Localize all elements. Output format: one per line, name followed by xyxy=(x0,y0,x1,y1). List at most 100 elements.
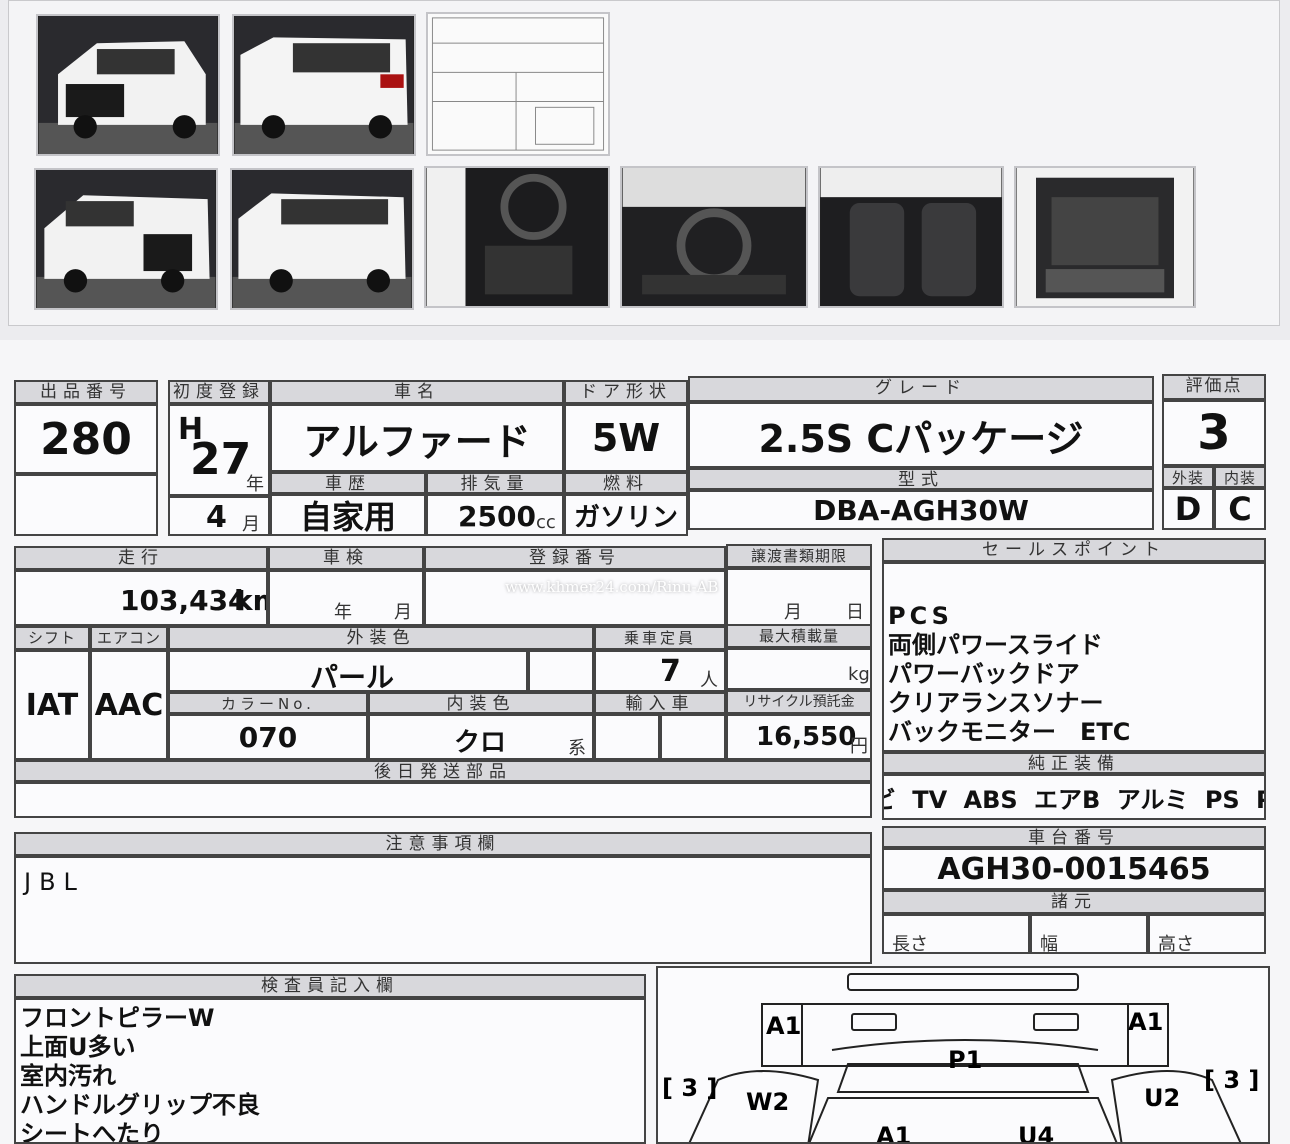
inspector-note: シートへたり xyxy=(20,1120,164,1144)
photo-front-exterior[interactable] xyxy=(36,14,220,156)
spec-height-label: 高さ xyxy=(1158,934,1194,954)
photo-driver-interior[interactable] xyxy=(424,166,610,308)
score-label: 評価点 xyxy=(1162,374,1266,400)
notes-label: 注意事項欄 xyxy=(14,832,872,856)
displacement-unit: cc xyxy=(536,512,556,533)
mileage-label: 走行 xyxy=(14,546,268,570)
notes-value: JBL xyxy=(24,868,85,896)
equipment-label: 純正装備 xyxy=(882,752,1266,774)
inspection-cell: 年 月 xyxy=(268,570,424,626)
capacity-cell: 7 人 xyxy=(594,650,726,692)
photo-rear-side-exterior[interactable] xyxy=(230,168,414,310)
exterior-score-value: D xyxy=(1162,488,1214,530)
transfer-deadline-label: 譲渡書類期限 xyxy=(726,544,872,568)
grade-label: グレード xyxy=(688,376,1154,402)
interior-score-value: C xyxy=(1214,488,1266,530)
max-load-cell: kg xyxy=(726,648,872,690)
interior-color-value: クロ xyxy=(454,728,507,758)
history-label: 車歴 xyxy=(270,472,426,494)
mileage-value: 103,434 xyxy=(120,584,248,617)
inspector-note: ハンドルグリップ不良 xyxy=(20,1091,260,1119)
transfer-deadline-cell: 月 日 xyxy=(726,568,872,626)
lot-number-value: 280 xyxy=(14,404,158,474)
diagram-mark: A1 xyxy=(1128,1008,1163,1036)
color-number-value: 070 xyxy=(168,714,368,760)
displacement-value: 2500 xyxy=(458,500,536,533)
history-value: 自家用 xyxy=(270,494,426,536)
model-code-label: 型式 xyxy=(688,468,1154,490)
photo-rear-exterior[interactable] xyxy=(232,14,416,156)
photo-cargo-area[interactable] xyxy=(1014,166,1196,308)
inspection-year-unit: 年 xyxy=(334,602,352,623)
spec-width-cell: 幅 xyxy=(1030,914,1148,954)
import-car-cell-a xyxy=(594,714,660,760)
door-type-value: 5W xyxy=(564,404,688,472)
registration-month: 4 xyxy=(206,500,227,535)
later-parts-cell xyxy=(14,782,872,818)
shift-value: IAT xyxy=(14,650,90,760)
exterior-score-label: 外装 xyxy=(1162,466,1214,488)
ac-value: AAC xyxy=(90,650,168,760)
inspection-label: 車検 xyxy=(268,546,424,570)
shift-label: シフト xyxy=(14,626,90,650)
first-registration-month-cell: 4 月 xyxy=(168,496,270,536)
inspector-note: 上面U多い xyxy=(20,1033,136,1061)
fuel-value: ガソリン xyxy=(564,494,688,536)
exterior-color-extra xyxy=(528,650,594,692)
score-value: 3 xyxy=(1162,400,1266,466)
mileage-cell: 103,434 km xyxy=(14,570,268,626)
spec-length-cell: 長さ xyxy=(882,914,1030,954)
sales-point-item: 両側パワースライド xyxy=(888,631,1103,659)
import-car-cell-b xyxy=(660,714,726,760)
sales-point-item: PCS xyxy=(888,602,953,630)
photo-inspection-sheet[interactable] xyxy=(426,12,610,156)
color-number-label: カラーNo. xyxy=(168,692,368,714)
mileage-unit: km xyxy=(234,584,266,617)
month-unit: 月 xyxy=(242,514,260,535)
first-registration-year-cell: H 27 年 xyxy=(168,404,270,496)
sales-point-item: バックモニター ETC xyxy=(888,718,1131,746)
diagram-mark: [ 3 ] xyxy=(662,1074,717,1102)
damage-diagram: A1 A1 P1 W2 U2 A1 U4 [ 3 ] [ 3 ] xyxy=(656,966,1270,1144)
diagram-mark: P1 xyxy=(948,1046,982,1074)
recycle-fee-unit: 円 xyxy=(850,736,868,757)
later-parts-label: 後日発送部品 xyxy=(14,760,872,782)
specs-label: 諸元 xyxy=(882,890,1266,914)
inspector-note: 室内汚れ xyxy=(20,1062,116,1090)
watermark: www.khmer24.com/Rinu-AB xyxy=(505,578,719,596)
model-code-value: DBA-AGH30W xyxy=(688,490,1154,530)
lot-number-label: 出品番号 xyxy=(14,380,158,404)
inspector-notes-list: フロントピラーW 上面U多い 室内汚れ ハンドルグリップ不良 シートへたり xyxy=(14,998,646,1144)
interior-color-unit: 系 xyxy=(568,738,586,759)
photo-second-row-seats[interactable] xyxy=(818,166,1004,308)
door-type-label: ドア形状 xyxy=(564,380,688,404)
spec-width-label: 幅 xyxy=(1040,934,1058,954)
displacement-cell: 2500 cc xyxy=(426,494,564,536)
exterior-color-cell: パール xyxy=(168,650,528,692)
ac-label: エアコン xyxy=(90,626,168,650)
car-outline-diagram: A1 A1 P1 W2 U2 A1 U4 [ 3 ] [ 3 ] xyxy=(662,973,1259,1142)
capacity-value: 7 xyxy=(660,654,681,689)
sales-point-item: クリアランスソナー xyxy=(888,689,1104,717)
interior-color-label: 内装色 xyxy=(368,692,594,714)
capacity-unit: 人 xyxy=(700,670,718,691)
first-registration-label: 初度登録 xyxy=(168,380,270,404)
car-name-value: アルファード xyxy=(270,404,564,472)
sales-point-item: パワーバックドア xyxy=(888,660,1080,688)
sales-points-label: セールスポイント xyxy=(882,538,1266,562)
interior-color-cell: クロ 系 xyxy=(368,714,594,760)
interior-score-label: 内装 xyxy=(1214,466,1266,488)
deadline-day-unit: 日 xyxy=(846,602,864,623)
equipment-value: ナビ TV ABS エアB アルミ PS PW xyxy=(882,774,1266,820)
recycle-fee-value: 16,550 xyxy=(756,722,857,752)
chassis-number-value: AGH30-0015465 xyxy=(882,848,1266,890)
inspector-notes-label: 検査員記入欄 xyxy=(14,974,646,998)
capacity-label: 乗車定員 xyxy=(594,626,726,650)
diagram-mark: W2 xyxy=(746,1088,789,1116)
photo-front-side-exterior[interactable] xyxy=(34,168,218,310)
inspection-month-unit: 月 xyxy=(394,602,412,623)
exterior-color-value: パール xyxy=(310,661,395,692)
diagram-mark: [ 3 ] xyxy=(1204,1066,1259,1094)
recycle-fee-cell: 16,550 円 xyxy=(726,714,872,760)
photo-dashboard[interactable] xyxy=(620,166,808,308)
